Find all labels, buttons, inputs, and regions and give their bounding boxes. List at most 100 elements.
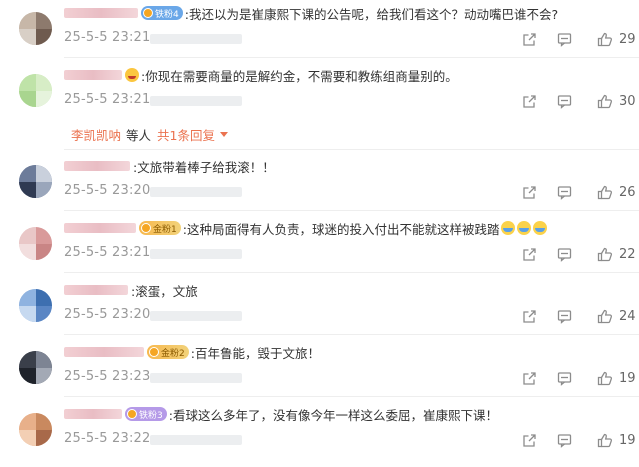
- thumbs-up-icon: [597, 94, 613, 109]
- username[interactable]: [64, 223, 136, 233]
- thumbs-up-icon: [597, 247, 613, 262]
- avatar[interactable]: [19, 289, 52, 322]
- fan-emoji-icon: [125, 68, 139, 82]
- like-button[interactable]: 26: [591, 183, 636, 201]
- like-button[interactable]: 24: [591, 307, 636, 325]
- username[interactable]: [64, 8, 138, 18]
- divider: [64, 210, 639, 211]
- location-blur: [150, 34, 242, 44]
- share-icon: [522, 94, 537, 109]
- fan-badge: 金粉1: [139, 221, 181, 235]
- like-count: 19: [619, 370, 636, 386]
- comment-item: :你现在需要商量的是解约金，不需要和教练组商量别的。 25-5-5 23:21 30: [0, 66, 639, 118]
- username[interactable]: [64, 409, 122, 419]
- reply-button[interactable]: [557, 369, 572, 387]
- share-icon: [522, 247, 537, 262]
- divider: [64, 272, 639, 273]
- comment-text: :我还以为是崔康熙下课的公告呢，给我们看这个？动动嘴巴谁不会?: [184, 6, 559, 22]
- comment-meta: 25-5-5 23:22 19: [64, 431, 636, 449]
- like-button[interactable]: 29: [591, 30, 636, 48]
- comment-time: 25-5-5 23:22: [64, 431, 151, 446]
- comment-icon: [557, 185, 572, 200]
- comment-header: :文旅带着棒子给我滚！！: [64, 157, 275, 175]
- avatar[interactable]: [19, 12, 52, 45]
- comment-meta: 25-5-5 23:21 22: [64, 245, 636, 263]
- divider: [64, 57, 639, 58]
- comment-time: 25-5-5 23:20: [64, 183, 151, 198]
- view-replies-link[interactable]: 共1条回复: [157, 125, 215, 144]
- comment-meta: 25-5-5 23:20 24: [64, 307, 636, 325]
- username[interactable]: [64, 161, 130, 171]
- avatar[interactable]: [19, 74, 52, 107]
- location-blur: [150, 311, 242, 321]
- comment-header: 铁粉3:看球这么多年了，没有像今年一样这么委屈，崔康熙下课！: [64, 405, 498, 423]
- like-count: 26: [619, 184, 636, 200]
- share-button[interactable]: [522, 30, 537, 48]
- share-icon: [522, 433, 537, 448]
- comment-time: 25-5-5 23:21: [64, 30, 151, 45]
- fan-badge: 铁粉3: [125, 407, 167, 421]
- reply-button[interactable]: [557, 431, 572, 449]
- comment-icon: [557, 94, 572, 109]
- emoji-icon: [501, 221, 516, 235]
- share-button[interactable]: [522, 431, 537, 449]
- username[interactable]: [64, 347, 144, 357]
- avatar[interactable]: [19, 413, 52, 446]
- like-button[interactable]: 19: [591, 369, 636, 387]
- thumbs-up-icon: [597, 371, 613, 386]
- share-icon: [522, 185, 537, 200]
- reply-button[interactable]: [557, 183, 572, 201]
- like-button[interactable]: 30: [591, 92, 636, 110]
- divider: [64, 396, 639, 397]
- location-blur: [150, 96, 242, 106]
- comment-icon: [557, 32, 572, 47]
- like-button[interactable]: 22: [591, 245, 636, 263]
- fan-badge-icon: [141, 223, 151, 233]
- replies-summary: 李凯凯呐 等人 共1条回复: [71, 125, 228, 144]
- like-count: 22: [619, 246, 636, 262]
- like-count: 24: [619, 308, 636, 324]
- comment-meta: 25-5-5 23:20 26: [64, 183, 636, 201]
- share-icon: [522, 309, 537, 324]
- emoji-icon: [517, 221, 532, 235]
- avatar[interactable]: [19, 351, 52, 384]
- reply-button[interactable]: [557, 245, 572, 263]
- like-count: 30: [619, 93, 636, 109]
- fan-badge-icon: [149, 347, 159, 357]
- comment-item: 铁粉4:我还以为是崔康熙下课的公告呢，给我们看这个？动动嘴巴谁不会? 25-5-5…: [0, 4, 639, 56]
- reply-button[interactable]: [557, 307, 572, 325]
- comment-header: 金粉2:百年鲁能，毁于文旅！: [64, 343, 320, 361]
- comment-meta: 25-5-5 23:23 19: [64, 369, 636, 387]
- location-blur: [150, 187, 242, 197]
- reply-button[interactable]: [557, 30, 572, 48]
- comment-item: :文旅带着棒子给我滚！！ 25-5-5 23:20 26: [0, 157, 639, 209]
- share-icon: [522, 371, 537, 386]
- comment-meta: 25-5-5 23:21 29: [64, 30, 636, 48]
- thumbs-up-icon: [597, 309, 613, 324]
- comment-item: 金粉2:百年鲁能，毁于文旅！ 25-5-5 23:23 19: [0, 343, 639, 395]
- share-button[interactable]: [522, 92, 537, 110]
- share-button[interactable]: [522, 183, 537, 201]
- comment-item: 铁粉3:看球这么多年了，没有像今年一样这么委屈，崔康熙下课！ 25-5-5 23:…: [0, 405, 639, 457]
- username[interactable]: [64, 285, 128, 295]
- like-button[interactable]: 19: [591, 431, 636, 449]
- share-icon: [522, 32, 537, 47]
- avatar[interactable]: [19, 227, 52, 260]
- comment-text: :百年鲁能，毁于文旅！: [190, 345, 320, 361]
- comment-header: :你现在需要商量的是解约金，不需要和教练组商量别的。: [64, 66, 458, 84]
- chevron-down-icon[interactable]: [219, 132, 228, 137]
- reply-author-link[interactable]: 李凯凯呐: [71, 125, 121, 144]
- comment-icon: [557, 247, 572, 262]
- avatar[interactable]: [19, 165, 52, 198]
- share-button[interactable]: [522, 369, 537, 387]
- reply-button[interactable]: [557, 92, 572, 110]
- comment-icon: [557, 433, 572, 448]
- share-button[interactable]: [522, 307, 537, 325]
- comment-text: :文旅带着棒子给我滚！！: [133, 159, 275, 175]
- divider: [64, 149, 639, 150]
- fan-badge-icon: [127, 409, 137, 419]
- share-button[interactable]: [522, 245, 537, 263]
- username[interactable]: [64, 70, 122, 80]
- comment-text: :看球这么多年了，没有像今年一样这么委屈，崔康熙下课！: [168, 407, 498, 423]
- location-blur: [150, 249, 242, 259]
